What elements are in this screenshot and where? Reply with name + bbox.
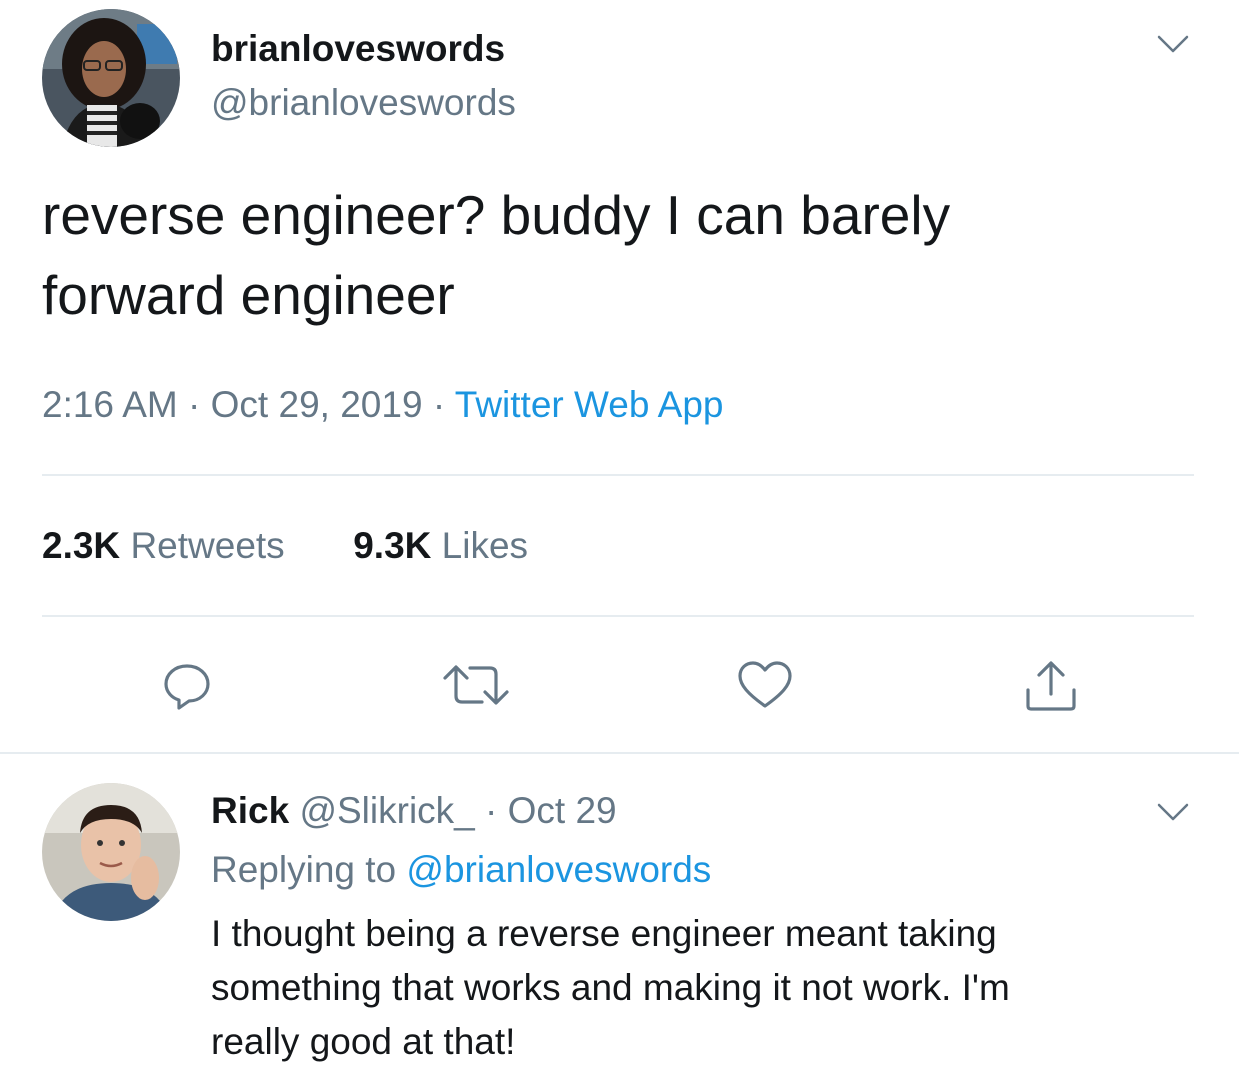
share-icon[interactable] [1022,656,1080,714]
meta-separator: · [485,790,498,831]
reply-date[interactable]: Oct 29 [508,790,617,831]
tweet-text-line-2: forward engineer [42,264,455,326]
divider [42,615,1194,617]
replying-to-label: Replying to [211,849,397,890]
retweets-stat[interactable]: 2.3K Retweets [42,525,285,566]
meta-separator: · [432,384,446,425]
likes-count: 9.3K [353,525,432,566]
likes-stat[interactable]: 9.3K Likes [353,525,528,566]
retweets-label: Retweets [130,525,285,566]
reply-text-line-1: I thought being a reverse engineer meant… [211,913,997,954]
tweet-handle[interactable]: @brianloveswords [211,81,516,125]
likes-label: Likes [441,525,529,566]
tweet-meta: 2:16 AM · Oct 29, 2019 · Twitter Web App [42,383,724,427]
reply-display-name[interactable]: Rick [211,790,289,831]
divider [0,752,1239,754]
retweets-count: 2.3K [42,525,121,566]
like-icon[interactable] [736,658,794,712]
tweet-source-link[interactable]: Twitter Web App [455,384,724,425]
reply-handle[interactable]: @Slikrick_ [299,790,474,831]
retweet-icon[interactable] [440,658,512,712]
tweet-stats: 2.3K Retweets 9.3K Likes [42,524,528,568]
divider [42,474,1194,476]
replying-to-handle-link[interactable]: @brianloveswords [406,849,711,890]
reply-text-line-2: something that works and making it not w… [211,967,1010,1008]
reply-text-line-3: really good at that! [211,1021,516,1062]
reply-icon[interactable] [160,658,214,712]
tweet-menu-chevron-down-icon[interactable] [1155,32,1191,56]
tweet-display-name[interactable]: brianloveswords [211,27,505,71]
reply-header: Rick @Slikrick_ · Oct 29 [211,789,617,833]
tweet-time[interactable]: 2:16 AM [42,384,178,425]
reply-menu-chevron-down-icon[interactable] [1155,800,1191,824]
replying-to: Replying to @brianloveswords [211,848,711,892]
meta-separator: · [188,384,201,425]
tweet-text-line-1: reverse engineer? buddy I can barely [42,184,951,246]
reply-avatar[interactable] [42,783,180,921]
tweet-date[interactable]: Oct 29, 2019 [211,384,423,425]
tweet-avatar[interactable] [42,9,180,147]
